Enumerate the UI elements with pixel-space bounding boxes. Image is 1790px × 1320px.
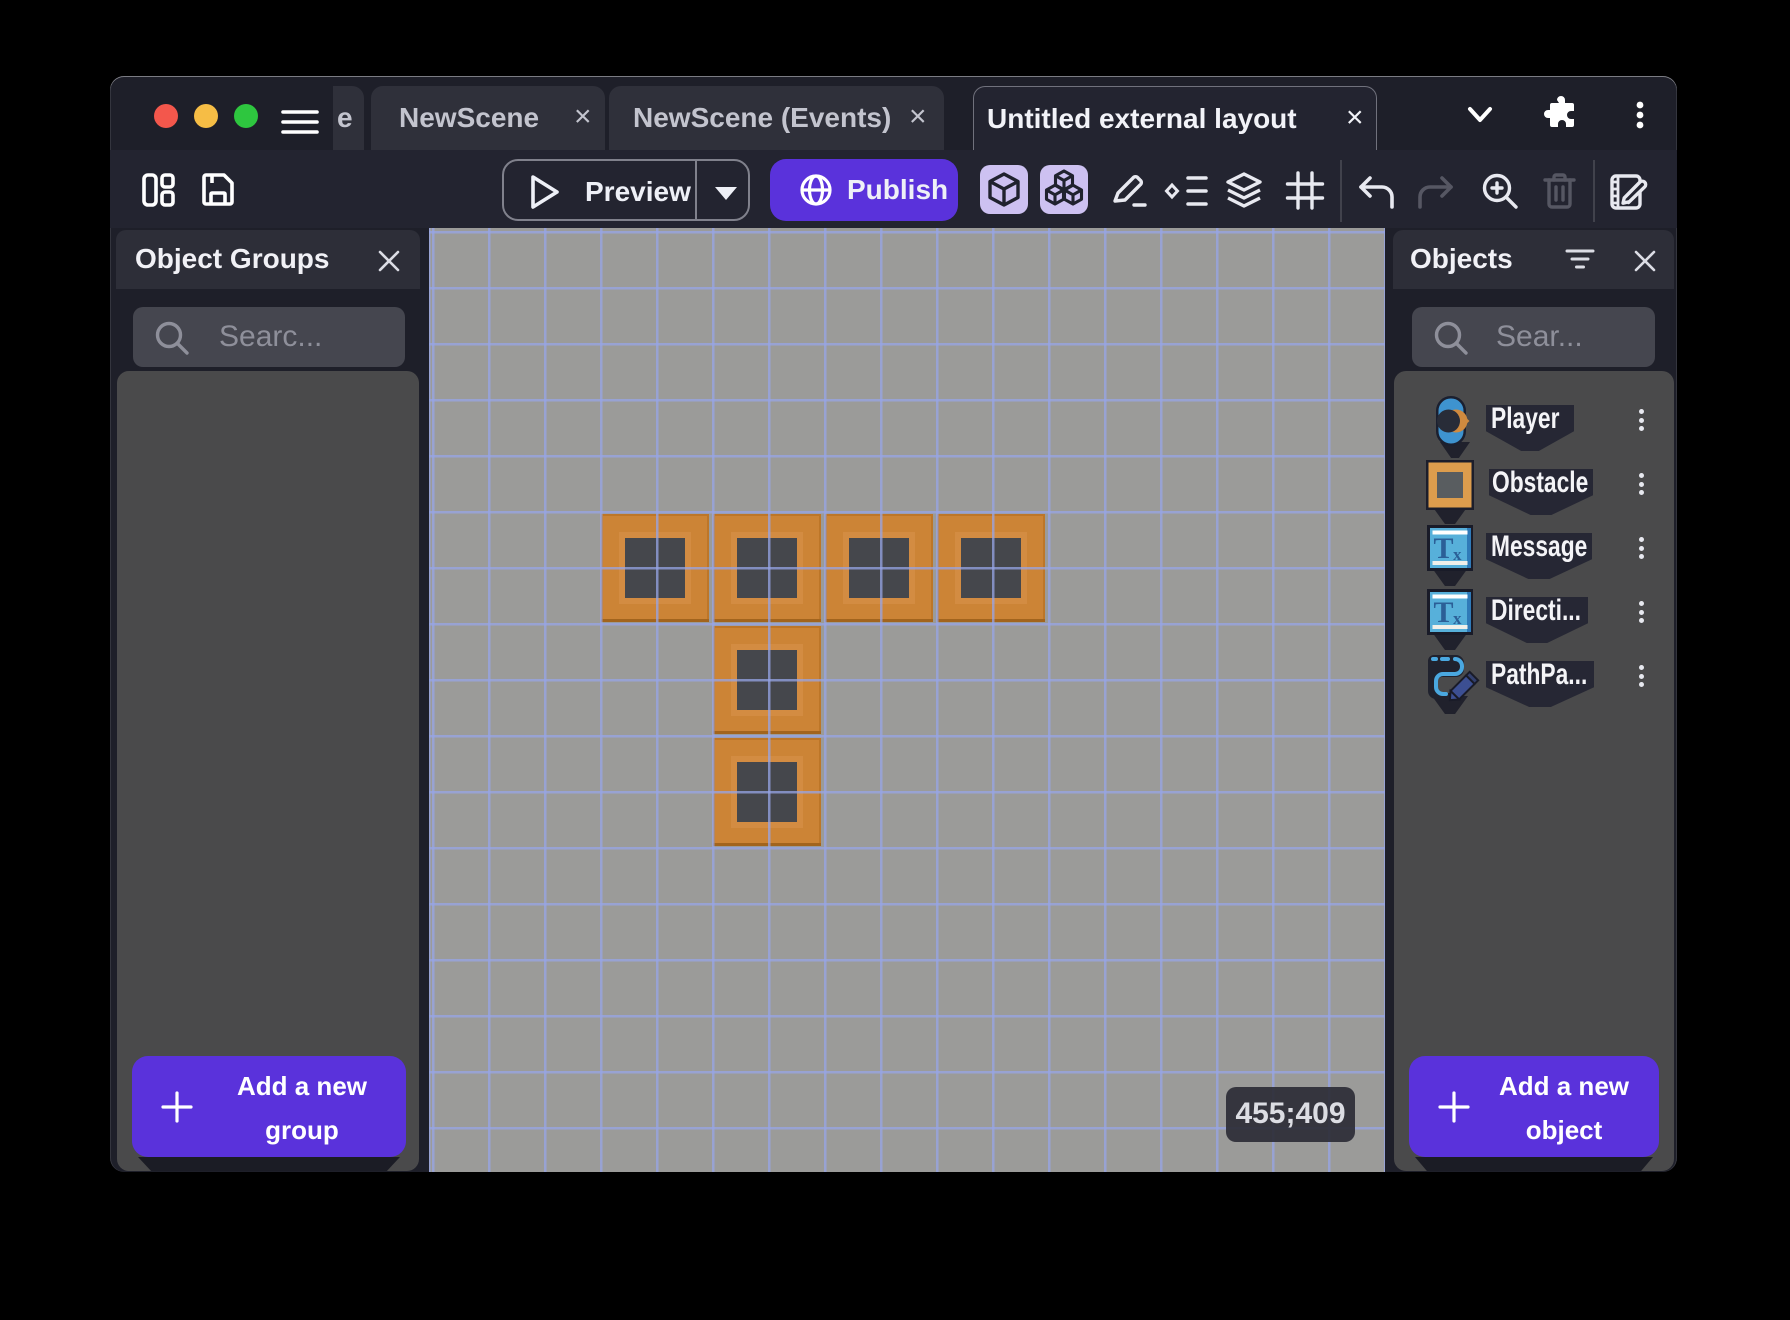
svg-text:x: x	[1453, 545, 1462, 564]
svg-text:T: T	[1434, 596, 1454, 629]
svg-text:T: T	[1434, 532, 1454, 565]
svg-text:x: x	[1453, 609, 1462, 628]
